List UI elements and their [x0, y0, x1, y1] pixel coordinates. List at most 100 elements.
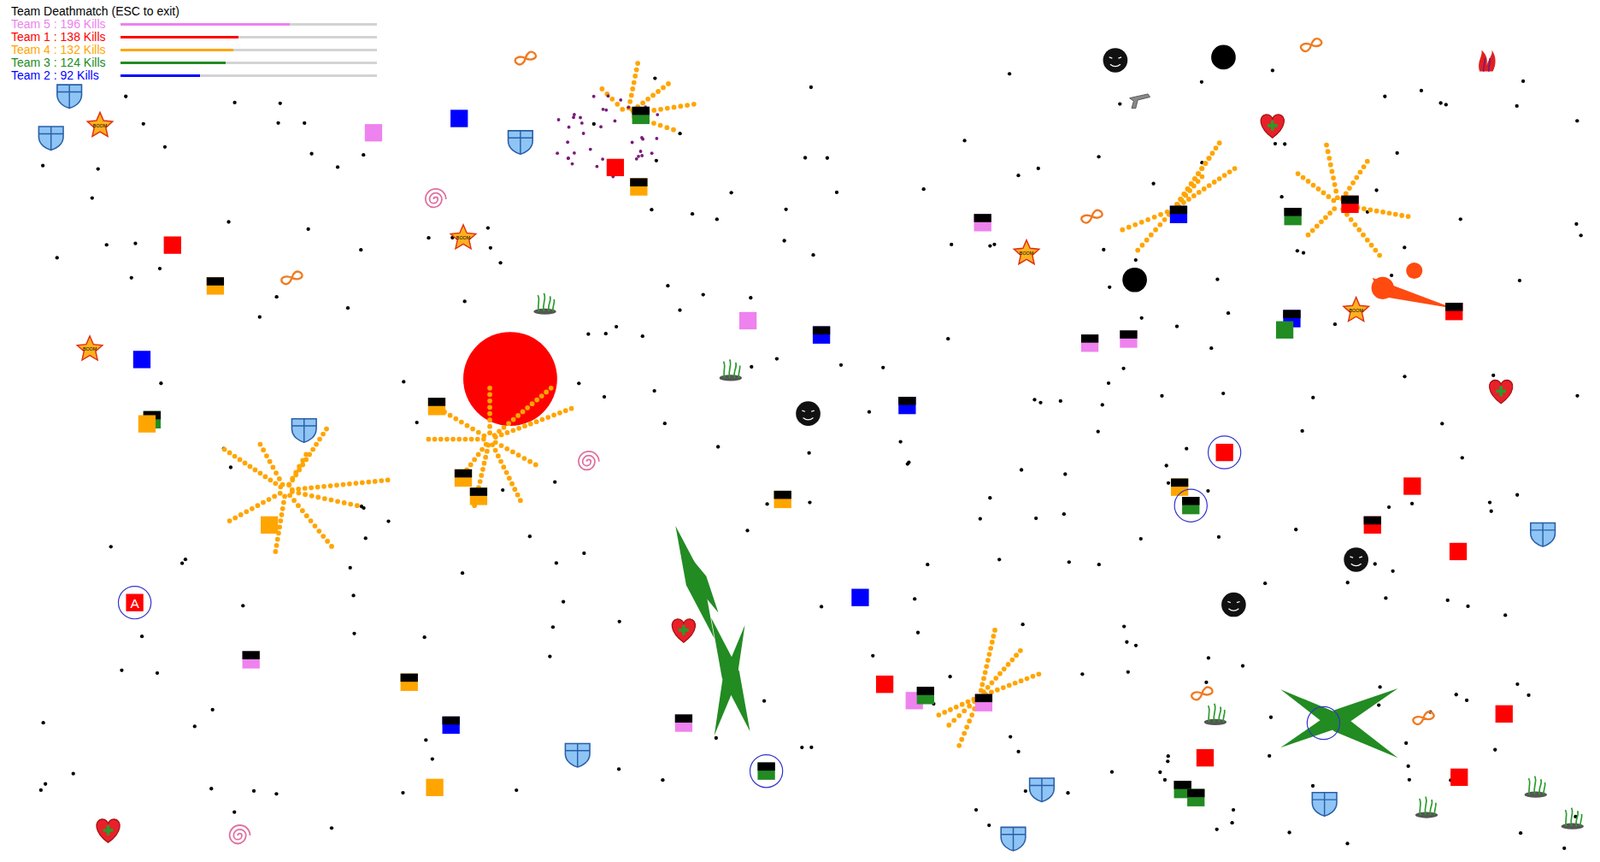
grass-icon — [1561, 807, 1584, 830]
shield-icon — [1311, 792, 1337, 816]
swirl-icon — [578, 451, 600, 470]
player-body — [739, 311, 757, 330]
player — [242, 650, 260, 668]
player-body — [1283, 207, 1301, 225]
player — [1364, 516, 1382, 534]
scoreboard: Team Deathmatch (ESC to exit)Team 5 : 19… — [11, 5, 377, 83]
player-body — [632, 106, 650, 124]
player-body — [974, 213, 992, 231]
player — [774, 490, 792, 508]
boom-star-icon: BOOM — [450, 224, 477, 249]
score-fill — [120, 48, 234, 52]
team-score-row: Team 5 : 196 Kills — [11, 17, 377, 31]
player-body — [125, 593, 143, 611]
player-body — [450, 109, 468, 127]
black-ball-icon — [1211, 45, 1236, 71]
player-body — [442, 716, 460, 734]
score-fill — [120, 61, 226, 65]
team-label: Team 3 : 124 Kills — [11, 56, 121, 70]
player — [450, 109, 468, 127]
bullet-spray — [222, 60, 1412, 748]
player-body — [757, 762, 775, 780]
player-body — [1403, 476, 1421, 495]
gun-icon — [1129, 94, 1151, 109]
damage-bar — [1081, 334, 1099, 343]
score-track — [120, 23, 377, 26]
damage-bar — [917, 686, 935, 695]
score-fill — [120, 35, 239, 39]
player — [1174, 488, 1207, 522]
player — [425, 778, 443, 796]
team-score-row: Team 1 : 138 Kills — [11, 30, 377, 44]
player — [1283, 207, 1301, 225]
damage-bar — [1174, 780, 1192, 789]
damage-bar — [632, 106, 650, 116]
player-body — [1276, 321, 1294, 339]
game-arena: BOOM BOOM BOOM BOOM BOOM A Team Deathmatch (E… — [0, 0, 1600, 862]
damage-bar — [1187, 788, 1205, 798]
damage-bar — [974, 213, 992, 223]
player — [975, 694, 993, 712]
player — [1187, 788, 1205, 806]
arena-canvas: BOOM BOOM BOOM BOOM BOOM A — [0, 0, 1600, 862]
damage-bar — [1170, 478, 1189, 488]
boom-label: BOOM — [456, 235, 471, 241]
boom-label: BOOM — [93, 123, 108, 129]
damage-bar — [1119, 329, 1137, 339]
health-heart-icon — [96, 818, 120, 842]
player — [1081, 334, 1099, 352]
player — [364, 123, 383, 142]
player — [206, 276, 224, 295]
team-score-row: Team 3 : 124 Kills — [11, 56, 377, 70]
player — [428, 397, 446, 415]
player-body — [1495, 705, 1513, 723]
shield-icon — [1530, 522, 1556, 546]
player-body — [1182, 496, 1200, 514]
player-body — [428, 397, 446, 415]
damage-bar — [1283, 207, 1301, 217]
player-body — [164, 235, 182, 253]
player-body — [242, 650, 260, 668]
player — [1449, 542, 1467, 560]
player — [876, 675, 894, 693]
shield-icon — [57, 84, 83, 108]
player — [851, 588, 869, 606]
shield-ring — [1174, 488, 1207, 522]
grass-icon — [1204, 703, 1227, 725]
explosion-blast — [463, 331, 558, 426]
grass-icon — [533, 293, 556, 315]
player — [606, 158, 624, 177]
player — [750, 754, 783, 788]
score-track — [120, 74, 377, 77]
player — [133, 350, 151, 368]
player-body — [138, 414, 156, 432]
player-body — [1445, 302, 1463, 320]
boom-star-icon: BOOM — [1013, 240, 1040, 265]
player-body — [898, 396, 916, 414]
player-body — [364, 123, 383, 142]
damage-bar — [1445, 302, 1463, 312]
boom-label: BOOM — [1348, 307, 1364, 313]
shield-ring — [117, 586, 151, 619]
player — [1445, 302, 1463, 320]
player — [400, 673, 418, 691]
health-heart-icon — [1260, 114, 1284, 138]
player-body — [454, 469, 472, 487]
player — [898, 396, 916, 414]
damage-bar — [675, 713, 693, 723]
player — [1495, 705, 1513, 723]
shield-ring — [1306, 705, 1340, 739]
boom-label: BOOM — [82, 346, 98, 352]
damage-bar — [400, 673, 418, 683]
player-body — [851, 588, 869, 606]
infinity-icon — [513, 48, 537, 68]
swirl-icon — [229, 824, 251, 843]
player-label: A — [129, 595, 140, 611]
player-body — [1216, 443, 1234, 461]
player — [1196, 748, 1214, 766]
health-heart-icon — [671, 618, 695, 642]
player — [470, 487, 488, 505]
smiley-bomb-icon — [1103, 47, 1129, 73]
damage-bar — [774, 490, 792, 500]
grass-icon — [719, 358, 742, 381]
